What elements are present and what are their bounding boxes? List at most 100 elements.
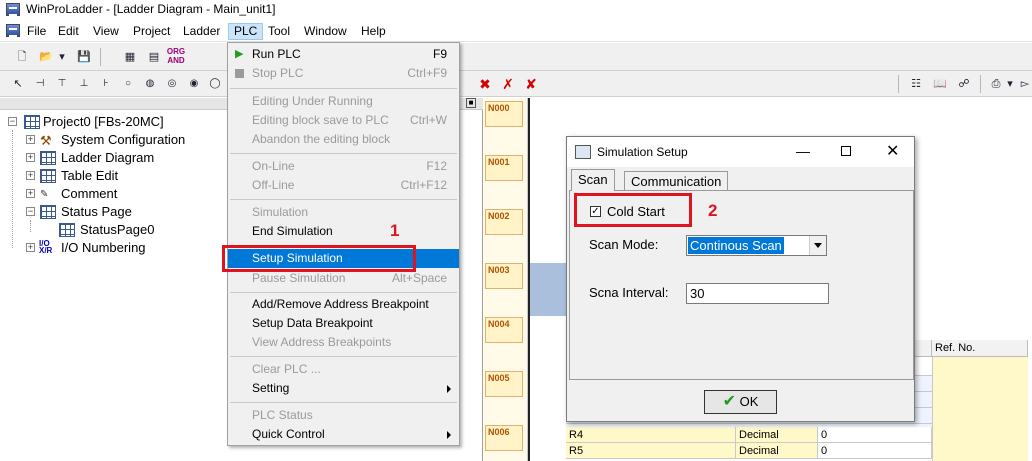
- new-file-icon[interactable]: 🗋: [12, 48, 32, 66]
- menu-item-editing-under-running[interactable]: Editing Under Running: [228, 92, 459, 111]
- table-cell-value[interactable]: 0: [818, 427, 932, 443]
- contact-down-icon[interactable]: ⊦: [96, 75, 116, 93]
- menu-item-add-remove-breakpoint[interactable]: Add/Remove Address Breakpoint: [228, 295, 459, 314]
- menu-item-editing-block-save[interactable]: Editing block save to PLC Ctrl+W: [228, 111, 459, 130]
- close-icon[interactable]: ✕: [886, 141, 899, 161]
- coil-reset-icon[interactable]: ◉: [184, 75, 204, 93]
- coil-negated-icon[interactable]: ◍: [140, 75, 160, 93]
- collapse-icon[interactable]: −: [26, 207, 35, 216]
- chevron-down-icon[interactable]: ▾: [1004, 75, 1016, 93]
- table-cell-format[interactable]: Decimal: [736, 427, 818, 443]
- org-and-icon[interactable]: ORG AND: [166, 47, 186, 65]
- stop-icon: [235, 69, 244, 78]
- ladder-view-icon[interactable]: ▦: [120, 48, 140, 66]
- pointer-icon[interactable]: ↖: [8, 75, 28, 93]
- rung-label[interactable]: N004: [485, 317, 523, 343]
- toolbar-main: 🗋 📂 ▾ 💾 ▦ ▤ ORG AND: [0, 43, 1032, 71]
- table-cell-format[interactable]: Decimal: [736, 443, 818, 459]
- rung-label[interactable]: N005: [485, 371, 523, 397]
- expand-icon[interactable]: +: [26, 189, 35, 198]
- menu-view[interactable]: View: [87, 23, 125, 40]
- menu-project[interactable]: Project: [127, 23, 176, 40]
- tree-label: StatusPage0: [80, 222, 155, 237]
- io-icon: I/O X/R: [39, 239, 53, 255]
- tab-scan[interactable]: Scan: [571, 169, 615, 191]
- menu-window[interactable]: Window: [298, 23, 353, 40]
- chevron-down-icon[interactable]: ▾: [56, 48, 68, 66]
- table-cell-name[interactable]: R4: [566, 427, 736, 443]
- collapse-icon[interactable]: −: [8, 117, 17, 126]
- menu-edit[interactable]: Edit: [52, 23, 85, 40]
- contact-a-icon[interactable]: ⊣: [30, 75, 50, 93]
- menu-tool[interactable]: Tool: [262, 23, 296, 40]
- delete-icon[interactable]: ✖: [475, 75, 495, 93]
- minimize-icon[interactable]: —: [796, 143, 810, 159]
- ladder-icon: [40, 151, 56, 165]
- title-bar: WinProLadder - [Ladder Diagram - Main_un…: [0, 0, 1032, 20]
- expand-icon[interactable]: +: [26, 153, 35, 162]
- simulation-setup-dialog: Simulation Setup — ✕ Scan Communication …: [566, 136, 915, 422]
- annotation-box-2: [574, 193, 692, 227]
- menu-plc[interactable]: PLC: [228, 23, 264, 40]
- save-icon[interactable]: 💾: [74, 48, 94, 66]
- menu-item-setup-data-breakpoint[interactable]: Setup Data Breakpoint: [228, 314, 459, 333]
- menu-item-on-line[interactable]: On-Line F12: [228, 157, 459, 176]
- selection-cell[interactable]: [530, 263, 566, 316]
- table-cell-name[interactable]: R5: [566, 443, 736, 459]
- contact-up-icon[interactable]: ⊥: [74, 75, 94, 93]
- maximize-icon[interactable]: [841, 146, 851, 156]
- ok-button[interactable]: ✔ OK: [704, 390, 777, 414]
- book-icon[interactable]: 📖: [930, 75, 950, 93]
- expand-icon[interactable]: +: [26, 171, 35, 180]
- contact-b-icon[interactable]: ⊤: [52, 75, 72, 93]
- menu-item-clear-plc[interactable]: Clear PLC ...: [228, 360, 459, 379]
- annotation-label-2: 2: [708, 201, 718, 220]
- scan-interval-input[interactable]: 30: [686, 283, 829, 304]
- menu-item-setting[interactable]: Setting: [228, 379, 459, 398]
- menu-item-abandon-editing-block[interactable]: Abandon the editing block: [228, 130, 459, 149]
- ref-no-column: [932, 357, 1028, 461]
- rung-label[interactable]: N003: [485, 263, 523, 289]
- rung-label[interactable]: N002: [485, 209, 523, 235]
- more-icon[interactable]: ▻: [1018, 75, 1032, 93]
- tree-label: System Configuration: [61, 132, 186, 147]
- menu-help[interactable]: Help: [355, 23, 392, 40]
- coil-set-icon[interactable]: ◎: [162, 75, 182, 93]
- tree-label: I/O Numbering: [61, 240, 146, 255]
- menu-ladder[interactable]: Ladder: [177, 23, 226, 40]
- expand-icon[interactable]: +: [26, 243, 35, 252]
- delete-column-icon[interactable]: ✘: [521, 75, 541, 93]
- print-icon[interactable]: ⎙: [986, 75, 1006, 93]
- tab-communication[interactable]: Communication: [624, 171, 729, 190]
- tools-icon: ⚒: [40, 133, 52, 148]
- expand-icon[interactable]: +: [26, 135, 35, 144]
- menu-item-plc-status[interactable]: PLC Status: [228, 406, 459, 425]
- chevron-down-icon[interactable]: [809, 236, 826, 255]
- rung-label[interactable]: N001: [485, 155, 523, 181]
- menu-item-quick-control[interactable]: Quick Control: [228, 425, 459, 444]
- pin-icon[interactable]: ■: [466, 98, 476, 108]
- menu-item-run-plc[interactable]: ▶ Run PLC F9: [228, 45, 459, 64]
- open-folder-icon[interactable]: 📂: [36, 48, 56, 66]
- document-icon[interactable]: [6, 24, 20, 37]
- find-icon[interactable]: ☍: [954, 75, 974, 93]
- toolbar-separator: [898, 75, 899, 93]
- menu-item-off-line[interactable]: Off-Line Ctrl+F12: [228, 176, 459, 195]
- menu-file[interactable]: File: [21, 23, 52, 40]
- delete-row-icon[interactable]: ✗: [498, 75, 518, 93]
- menu-item-end-simulation[interactable]: End Simulation: [228, 222, 459, 241]
- menu-item-stop-plc[interactable]: Stop PLC Ctrl+F9: [228, 64, 459, 83]
- dialog-icon: [575, 145, 591, 159]
- menu-item-view-address-breakpoints[interactable]: View Address Breakpoints: [228, 333, 459, 352]
- rung-label[interactable]: N000: [485, 101, 523, 127]
- menu-item-simulation[interactable]: Simulation: [228, 203, 459, 222]
- table-cell-value[interactable]: 0: [818, 443, 932, 459]
- scan-mode-select[interactable]: Continous Scan: [686, 235, 827, 256]
- monitor-icon[interactable]: ☷: [906, 75, 926, 93]
- toolbar-ladder: ↖ ⊣ ⊤ ⊥ ⊦ ○ ◍ ◎ ◉ ◯ ✖ ✗ ✘ ☷ 📖 ☍ ⎙ ▾ ▻: [0, 71, 1032, 97]
- table-view-icon[interactable]: ▤: [144, 48, 164, 66]
- coil-icon[interactable]: ○: [118, 75, 138, 93]
- dialog-title-bar: Simulation Setup — ✕: [567, 137, 914, 167]
- coil-pulse-icon[interactable]: ◯: [205, 75, 225, 93]
- rung-label[interactable]: N006: [485, 425, 523, 451]
